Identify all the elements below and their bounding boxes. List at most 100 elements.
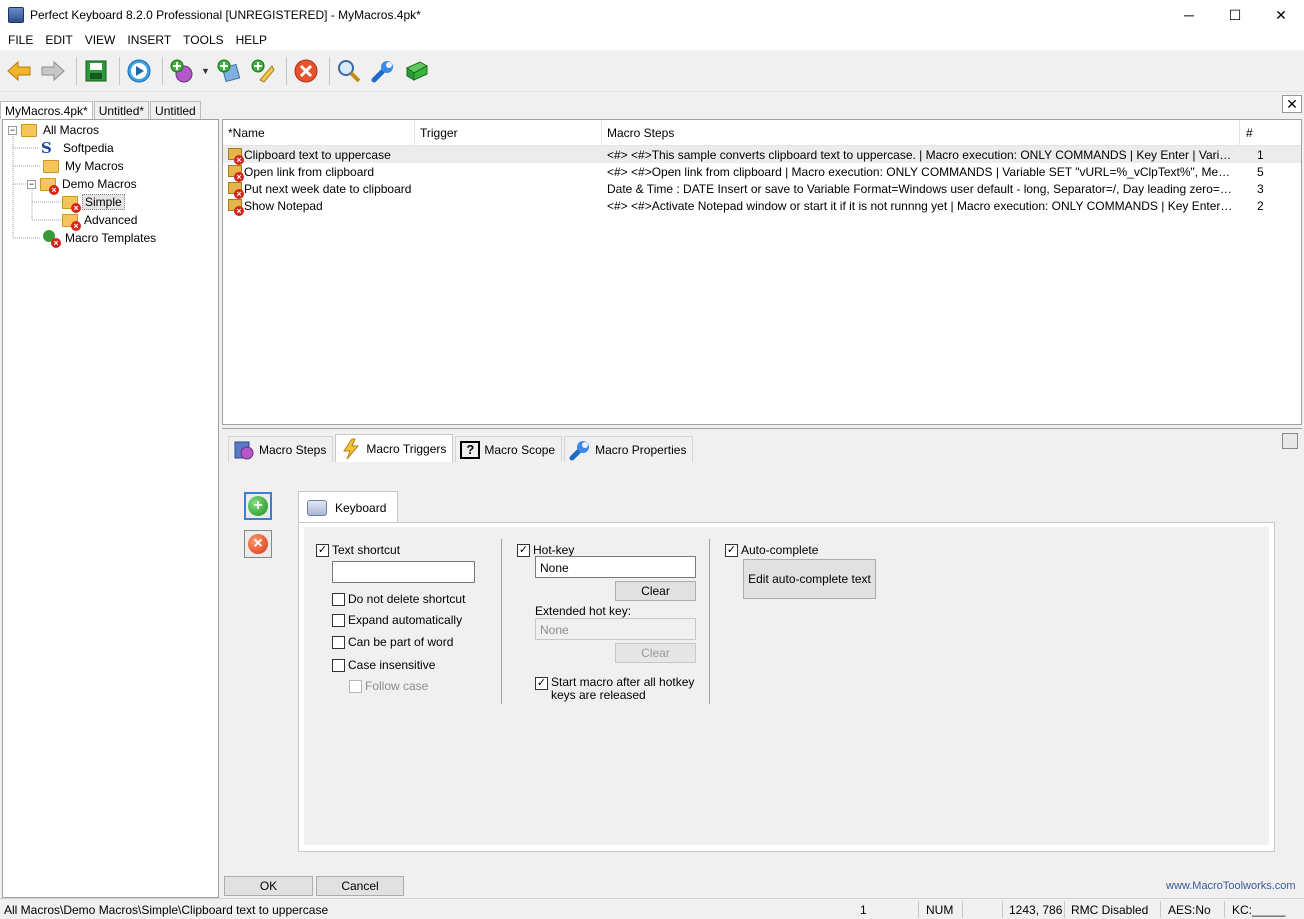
save-button[interactable] xyxy=(81,56,111,86)
column-macro-steps[interactable]: Macro Steps xyxy=(602,120,1240,145)
checkbox-label: Hot-key xyxy=(533,543,575,557)
auto-complete-checkbox[interactable]: ✓ Auto-complete xyxy=(725,543,818,557)
menu-help[interactable]: HELP xyxy=(230,33,273,47)
add-clipboard-button[interactable] xyxy=(214,56,244,86)
table-row[interactable]: Show Notepad <#> <#>Activate Notepad win… xyxy=(223,197,1301,216)
doc-tab-untitled[interactable]: Untitled xyxy=(150,101,201,119)
add-icon: + xyxy=(248,496,268,516)
cell-steps: Date & Time : DATE Insert or save to Var… xyxy=(607,181,1233,196)
search-icon xyxy=(337,59,361,82)
status-kc: KC:_____ xyxy=(1232,903,1286,917)
text-shortcut-checkbox[interactable]: ✓ Text shortcut xyxy=(316,543,400,557)
list-header: *Name Trigger Macro Steps # xyxy=(223,120,1301,146)
ok-button[interactable]: OK xyxy=(224,876,313,896)
tab-macro-scope[interactable]: ? Macro Scope xyxy=(455,436,563,462)
cell-count: 1 xyxy=(1257,147,1264,162)
macro-details-panel: Macro Steps Macro Triggers ? Macro Scope… xyxy=(222,428,1302,898)
app-keyboard-icon xyxy=(8,7,24,23)
checkbox-label: Case insensitive xyxy=(348,658,436,672)
wrench-icon xyxy=(371,60,393,82)
menu-view[interactable]: VIEW xyxy=(79,33,122,47)
save-icon xyxy=(85,60,107,81)
cell-count: 2 xyxy=(1257,198,1264,213)
menu-tools[interactable]: TOOLS xyxy=(177,33,229,47)
settings-button[interactable] xyxy=(368,56,398,86)
cell-name: Clipboard text to uppercase xyxy=(244,147,391,162)
doc-tab-untitled-modified[interactable]: Untitled* xyxy=(93,101,150,119)
help-book-icon xyxy=(405,60,428,81)
menu-edit[interactable]: EDIT xyxy=(39,33,78,47)
panel-tabs: Macro Steps Macro Triggers ? Macro Scope… xyxy=(228,434,695,462)
delete-icon xyxy=(294,59,318,82)
text-shortcut-input[interactable] xyxy=(332,561,475,583)
cell-name: Open link from clipboard xyxy=(244,164,375,179)
search-button[interactable] xyxy=(334,56,364,86)
hotkey-checkbox[interactable]: ✓ Hot-key xyxy=(517,543,574,557)
status-divider xyxy=(962,901,963,918)
part-of-word-checkbox[interactable]: Can be part of word xyxy=(332,635,453,649)
start-after-release-checkbox[interactable]: ✓ Start macro after all hotkey keys are … xyxy=(535,676,694,702)
checkbox-box: ✓ xyxy=(517,543,530,557)
tab-keyboard[interactable]: Keyboard xyxy=(298,491,398,523)
keyboard-trigger-content: ✓ Text shortcut Do not delete shortcut E… xyxy=(304,527,1269,845)
remove-trigger-button[interactable]: × xyxy=(244,530,272,558)
back-icon xyxy=(7,60,31,81)
add-text-button[interactable] xyxy=(248,56,278,86)
add-macro-dropdown-arrow[interactable]: ▼ xyxy=(201,66,210,76)
add-trigger-button[interactable]: + xyxy=(244,492,272,520)
cell-count: 3 xyxy=(1257,181,1264,196)
lightning-icon xyxy=(340,438,362,459)
column-count[interactable]: # xyxy=(1240,120,1300,145)
toolbar: ▼ xyxy=(0,50,1304,92)
checkbox-box: ✓ xyxy=(725,543,738,557)
macro-error-icon xyxy=(228,198,244,216)
close-document-button[interactable]: ✕ xyxy=(1282,95,1302,113)
column-name[interactable]: *Name xyxy=(223,120,415,145)
tab-macro-triggers[interactable]: Macro Triggers xyxy=(335,434,454,462)
extended-hotkey-label: Extended hot key: xyxy=(535,604,632,618)
help-button[interactable] xyxy=(402,56,432,86)
checkbox-label: Auto-complete xyxy=(741,543,819,557)
tree-item-label: Advanced xyxy=(84,213,138,227)
play-button[interactable] xyxy=(124,56,154,86)
forward-icon xyxy=(41,60,65,81)
delete-button[interactable] xyxy=(291,56,321,86)
case-insensitive-checkbox[interactable]: Case insensitive xyxy=(332,658,435,672)
table-row[interactable]: Put next week date to clipboard Date & T… xyxy=(223,180,1301,199)
clear-hotkey-button[interactable]: Clear xyxy=(615,581,696,601)
expand-automatically-checkbox[interactable]: Expand automatically xyxy=(332,613,462,627)
back-button[interactable] xyxy=(4,56,34,86)
website-link[interactable]: www.MacroToolworks.com xyxy=(1166,880,1296,892)
table-row[interactable]: Clipboard text to uppercase <#> <#>This … xyxy=(223,146,1301,165)
macro-tree: − All Macros S Softpedia My Macros − Dem… xyxy=(2,119,219,898)
macro-error-icon xyxy=(228,164,244,182)
toolbar-separator xyxy=(119,56,120,85)
tab-label: Macro Scope xyxy=(484,442,556,457)
question-icon: ? xyxy=(460,440,481,459)
keyboard-icon xyxy=(307,499,327,516)
tab-macro-steps[interactable]: Macro Steps xyxy=(228,436,334,462)
checkbox-label-line2: keys are released xyxy=(551,688,646,702)
tab-macro-properties[interactable]: Macro Properties xyxy=(564,436,694,462)
cell-name: Show Notepad xyxy=(244,198,323,213)
maximize-button[interactable]: ☐ xyxy=(1212,0,1258,30)
minimize-button[interactable]: ─ xyxy=(1166,0,1212,30)
forward-button[interactable] xyxy=(38,56,68,86)
restore-panel-icon[interactable] xyxy=(1282,433,1298,449)
do-not-delete-checkbox[interactable]: Do not delete shortcut xyxy=(332,592,465,606)
menu-insert[interactable]: INSERT xyxy=(121,33,177,47)
cancel-button[interactable]: Cancel xyxy=(316,876,404,896)
status-rmc: RMC Disabled xyxy=(1071,903,1149,917)
doc-tab-mymacros[interactable]: MyMacros.4pk* xyxy=(0,101,93,119)
checkbox-label: Can be part of word xyxy=(348,635,454,649)
document-tabs: MyMacros.4pk* Untitled* Untitled xyxy=(0,100,220,119)
table-row[interactable]: Open link from clipboard <#> <#>Open lin… xyxy=(223,163,1301,182)
edit-auto-complete-button[interactable]: Edit auto-complete text xyxy=(743,559,876,599)
column-trigger[interactable]: Trigger xyxy=(415,120,602,145)
tab-label: Macro Properties xyxy=(595,442,687,457)
window-title: Perfect Keyboard 8.2.0 Professional [UNR… xyxy=(30,8,421,22)
hotkey-input[interactable]: None xyxy=(535,556,696,578)
add-macro-button[interactable] xyxy=(167,56,197,86)
close-window-button[interactable]: ✕ xyxy=(1258,0,1304,30)
menu-file[interactable]: FILE xyxy=(2,33,39,47)
